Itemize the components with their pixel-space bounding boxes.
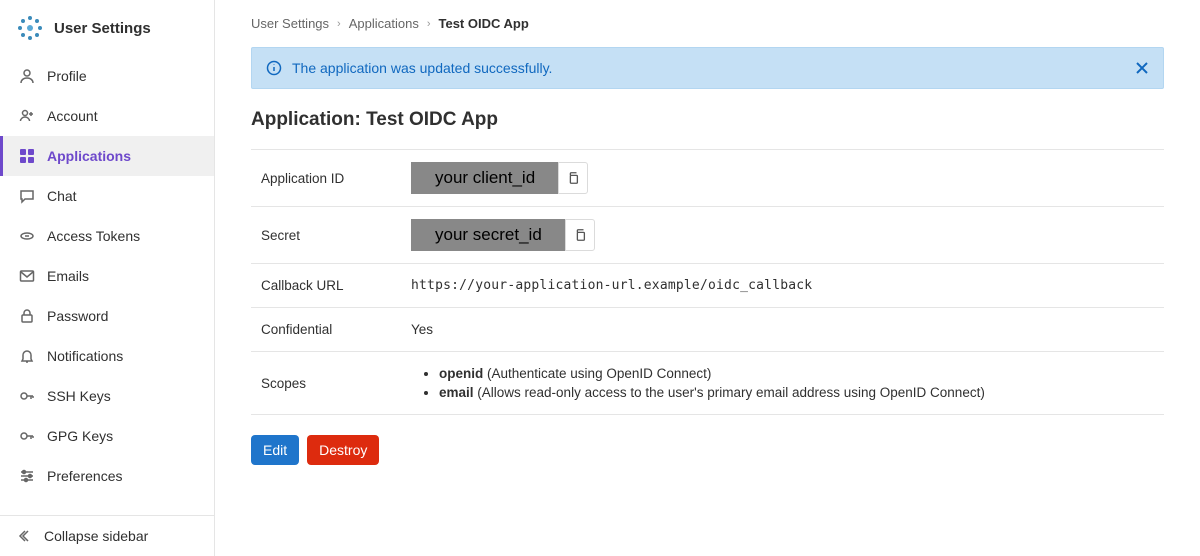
copy-icon — [566, 171, 580, 185]
app-logo-icon — [16, 14, 44, 42]
field-label: Application ID — [251, 150, 401, 207]
sidebar-item-label: Password — [47, 308, 108, 324]
sidebar-header: User Settings — [0, 0, 214, 56]
info-icon — [266, 60, 282, 76]
copy-application-id-button[interactable] — [558, 162, 588, 194]
ssh-keys-icon — [19, 388, 35, 404]
field-value: your secret_id — [401, 207, 1164, 264]
sidebar-item-label: Chat — [47, 188, 77, 204]
breadcrumb-item[interactable]: Applications — [349, 16, 419, 31]
notifications-icon — [19, 348, 35, 364]
sidebar-item-access-tokens[interactable]: Access Tokens — [0, 216, 214, 256]
account-icon — [19, 108, 35, 124]
edit-button[interactable]: Edit — [251, 435, 299, 465]
scope-name: openid — [439, 366, 483, 381]
scopes-value: openid (Authenticate using OpenID Connec… — [401, 352, 1164, 415]
confidential-value: Yes — [401, 308, 1164, 352]
gpg-keys-icon — [19, 428, 35, 444]
sidebar-item-label: Notifications — [47, 348, 123, 364]
main-content: User Settings › Applications › Test OIDC… — [215, 0, 1200, 556]
sidebar-nav: Profile Account Applications Chat Access… — [0, 56, 214, 515]
table-row: Application ID your client_id — [251, 150, 1164, 207]
success-alert: The application was updated successfully… — [251, 47, 1164, 89]
sidebar-item-label: Preferences — [47, 468, 122, 484]
sidebar-item-label: Emails — [47, 268, 89, 284]
sidebar-item-ssh-keys[interactable]: SSH Keys — [0, 376, 214, 416]
sidebar-item-notifications[interactable]: Notifications — [0, 336, 214, 376]
sidebar-item-label: Account — [47, 108, 98, 124]
close-icon[interactable] — [1135, 61, 1149, 75]
sidebar-item-account[interactable]: Account — [0, 96, 214, 136]
breadcrumb: User Settings › Applications › Test OIDC… — [251, 16, 1164, 31]
sidebar-item-label: GPG Keys — [47, 428, 113, 444]
collapse-icon — [16, 528, 32, 544]
sidebar-item-label: Access Tokens — [47, 228, 140, 244]
callback-url-value: https://your-application-url.example/oid… — [401, 264, 1164, 308]
table-row: Secret your secret_id — [251, 207, 1164, 264]
sidebar-item-emails[interactable]: Emails — [0, 256, 214, 296]
sidebar-item-label: SSH Keys — [47, 388, 111, 404]
sidebar-item-chat[interactable]: Chat — [0, 176, 214, 216]
preferences-icon — [19, 468, 35, 484]
emails-icon — [19, 268, 35, 284]
field-label: Secret — [251, 207, 401, 264]
copy-secret-button[interactable] — [565, 219, 595, 251]
breadcrumb-item[interactable]: User Settings — [251, 16, 329, 31]
page-title: Application: Test OIDC App — [251, 109, 1164, 131]
secret-value: your secret_id — [411, 219, 566, 251]
collapse-label: Collapse sidebar — [44, 528, 148, 544]
sidebar: User Settings Profile Account Applicatio… — [0, 0, 215, 556]
action-bar: Edit Destroy — [251, 435, 1164, 465]
chevron-right-icon: › — [427, 18, 431, 30]
access-tokens-icon — [19, 228, 35, 244]
collapse-sidebar-button[interactable]: Collapse sidebar — [0, 515, 214, 556]
sidebar-item-profile[interactable]: Profile — [0, 56, 214, 96]
sidebar-item-label: Profile — [47, 68, 87, 84]
password-icon — [19, 308, 35, 324]
copy-icon — [573, 228, 587, 242]
breadcrumb-item-current: Test OIDC App — [439, 16, 529, 31]
field-label: Callback URL — [251, 264, 401, 308]
alert-message: The application was updated successfully… — [292, 60, 552, 76]
application-details-table: Application ID your client_id Secret you… — [251, 149, 1164, 415]
application-id-value: your client_id — [411, 162, 559, 194]
sidebar-item-preferences[interactable]: Preferences — [0, 456, 214, 496]
table-row: Scopes openid (Authenticate using OpenID… — [251, 352, 1164, 415]
scope-desc: (Allows read-only access to the user's p… — [474, 385, 985, 400]
scope-name: email — [439, 385, 474, 400]
sidebar-item-applications[interactable]: Applications — [0, 136, 214, 176]
scope-desc: (Authenticate using OpenID Connect) — [483, 366, 711, 381]
field-label: Confidential — [251, 308, 401, 352]
page-title-prefix: Application: — [251, 109, 366, 130]
destroy-button[interactable]: Destroy — [307, 435, 379, 465]
scope-item: email (Allows read-only access to the us… — [439, 383, 1154, 402]
sidebar-title: User Settings — [54, 20, 151, 37]
profile-icon — [19, 68, 35, 84]
chevron-right-icon: › — [337, 18, 341, 30]
sidebar-item-gpg-keys[interactable]: GPG Keys — [0, 416, 214, 456]
field-label: Scopes — [251, 352, 401, 415]
field-value: your client_id — [401, 150, 1164, 207]
chat-icon — [19, 188, 35, 204]
table-row: Confidential Yes — [251, 308, 1164, 352]
page-title-name: Test OIDC App — [366, 109, 498, 130]
applications-icon — [19, 148, 35, 164]
sidebar-item-label: Applications — [47, 148, 131, 164]
table-row: Callback URL https://your-application-ur… — [251, 264, 1164, 308]
scope-item: openid (Authenticate using OpenID Connec… — [439, 364, 1154, 383]
sidebar-item-password[interactable]: Password — [0, 296, 214, 336]
